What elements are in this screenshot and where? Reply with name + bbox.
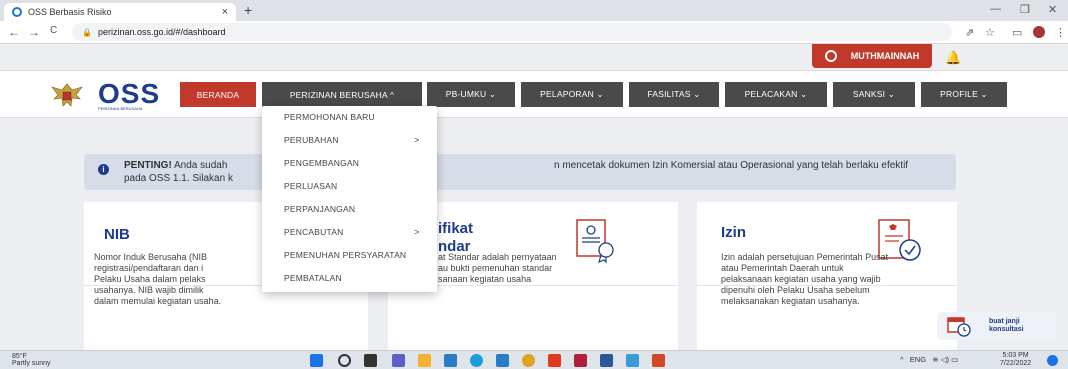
app-icon[interactable]	[626, 354, 639, 367]
bell-icon[interactable]: 🔔	[945, 50, 961, 66]
nav-sanksi[interactable]: SANKSI ⌄	[833, 82, 915, 107]
menu-item-perpanjangan[interactable]: PERPANJANGAN	[262, 198, 437, 220]
windows-taskbar: 85°F Partly sunny ^ ENG ≋ ◁) ▭ 5:03 PM 7…	[0, 350, 1068, 369]
url-text: perizinan.oss.go.id/#/dashboard	[97, 27, 226, 37]
card-nib-title: NIB	[104, 226, 130, 243]
word-icon[interactable]	[600, 354, 613, 367]
menu-item-pembatalan[interactable]: PEMBATALAN	[262, 267, 437, 289]
nav-fasilitas[interactable]: FASILITAS ⌄	[629, 82, 719, 107]
alert-text-1: Anda sudah	[174, 160, 228, 171]
close-window-icon[interactable]: ✕	[1048, 3, 1057, 16]
file-explorer-icon[interactable]	[418, 354, 431, 367]
notification-icon[interactable]	[1047, 355, 1058, 366]
chevron-right-icon: >	[414, 227, 420, 237]
nav-pb-umku[interactable]: PB-UMKU ⌄	[427, 82, 515, 107]
alert-label: PENTING!	[124, 160, 172, 171]
clock-time: 5:03 PM	[1002, 352, 1029, 359]
menu-item-pengembangan[interactable]: PENGEMBANGAN	[262, 152, 437, 174]
start-icon[interactable]	[310, 354, 323, 367]
language-indicator[interactable]: ENG	[910, 355, 926, 364]
share-icon[interactable]: ⇗	[965, 26, 974, 39]
card-izin-desc: Izin adalah persetujuan Pemerintah Pusat…	[721, 252, 889, 306]
user-icon	[824, 50, 837, 62]
nav-perizinan-berusaha[interactable]: PERIZINAN BERUSAHA ^	[262, 82, 422, 107]
search-icon[interactable]	[338, 354, 351, 367]
clock[interactable]: 5:03 PM 7/22/2022	[1000, 352, 1031, 368]
main-header: OSS PERIZINAN BERUSAHA BERANDA PERIZINAN…	[0, 70, 1068, 118]
perizinan-dropdown-menu: PERMOHONAN BARU PERUBAHAN > PENGEMBANGAN …	[262, 106, 437, 292]
store-icon[interactable]	[444, 354, 457, 367]
reload-button[interactable]: C	[50, 25, 57, 36]
nav-beranda[interactable]: BERANDA	[180, 82, 256, 107]
volume-icon[interactable]: ◁)	[941, 355, 949, 364]
weather-temp: 85°F	[12, 353, 27, 360]
menu-item-pemenuhan-persyaratan[interactable]: PEMENUHAN PERSYARATAN	[262, 244, 437, 266]
konsultasi-line1: buat janji	[989, 318, 1020, 325]
task-view-icon[interactable]	[364, 354, 377, 367]
office-icon[interactable]	[548, 354, 561, 367]
tab-title: OSS Berbasis Risiko	[28, 7, 112, 17]
wifi-icon[interactable]: ≋	[932, 355, 938, 364]
garuda-emblem-icon	[51, 83, 83, 107]
card-sertifikat-title: ifikat ndar	[438, 220, 474, 255]
buat-janji-konsultasi-button[interactable]: buat janji konsultasi	[937, 312, 1057, 340]
user-menu-button[interactable]: MUTHMAINNAH	[812, 44, 932, 68]
browser-tabstrip: OSS Berbasis Risiko × + — ❐ ✕	[0, 0, 1068, 21]
chevron-up-icon[interactable]: ^	[900, 355, 904, 364]
menu-item-pencabutan[interactable]: PENCABUTAN >	[262, 221, 437, 243]
browser-toolbar: ← → C 🔒 perizinan.oss.go.id/#/dashboard …	[0, 21, 1068, 44]
important-alert: i PENTING! Anda sudah n mencetak dokumen…	[84, 154, 956, 190]
minimize-icon[interactable]: —	[990, 3, 1001, 15]
nav-pelaporan[interactable]: PELAPORAN ⌄	[521, 82, 623, 107]
certificate-icon	[576, 219, 614, 264]
menu-item-perubahan[interactable]: PERUBAHAN >	[262, 129, 437, 151]
card-sertifikat-desc: at Standar adalah pernyataan au bukti pe…	[438, 252, 557, 284]
tab-close-icon[interactable]: ×	[222, 6, 228, 18]
back-button[interactable]: ←	[8, 25, 20, 39]
user-bar: MUTHMAINNAH 🔔	[0, 44, 1068, 70]
bookmark-star-icon[interactable]: ☆	[985, 26, 995, 39]
address-bar[interactable]: 🔒 perizinan.oss.go.id/#/dashboard	[72, 23, 952, 41]
edge-icon[interactable]	[470, 354, 483, 367]
menu-item-permohonan-baru[interactable]: PERMOHONAN BARU	[262, 106, 437, 128]
weather-widget[interactable]: 85°F Partly sunny	[12, 353, 51, 367]
profile-avatar[interactable]	[1033, 26, 1045, 38]
chat-icon[interactable]	[392, 354, 405, 367]
menu-kebab-icon[interactable]: ⋮	[1055, 26, 1066, 39]
system-tray[interactable]: ^ ENG ≋ ◁) ▭	[900, 355, 958, 364]
menu-item-perluasan[interactable]: PERLUASAN	[262, 175, 437, 197]
forward-button[interactable]: →	[28, 25, 40, 39]
alert-text-2: pada OSS 1.1. Silakan k	[124, 173, 233, 184]
alert-text-1b: n mencetak dokumen Izin Komersial atau O…	[554, 160, 909, 171]
battery-icon[interactable]: ▭	[951, 355, 958, 364]
chevron-right-icon: >	[414, 135, 420, 145]
mail-icon[interactable]	[496, 354, 509, 367]
info-icon: i	[98, 164, 109, 175]
username: MUTHMAINNAH	[850, 51, 920, 61]
weather-desc: Partly sunny	[12, 360, 51, 367]
clock-date: 7/22/2022	[1000, 360, 1032, 367]
chrome-icon[interactable]	[522, 354, 535, 367]
new-tab-button[interactable]: +	[244, 2, 252, 18]
nav-pelacakan[interactable]: PELACAKAN ⌄	[725, 82, 827, 107]
lock-icon: 🔒	[82, 27, 92, 37]
powerpoint-icon[interactable]	[652, 354, 665, 367]
browser-tab[interactable]: OSS Berbasis Risiko ×	[4, 3, 236, 21]
nav-profile[interactable]: PROFILE ⌄	[921, 82, 1007, 107]
card-izin-title: Izin	[721, 224, 746, 241]
calendar-clock-icon	[947, 317, 971, 337]
card-nib-desc: Nomor Induk Berusaha (NIB registrasi/pen…	[94, 252, 222, 306]
sidepanel-icon[interactable]: ▭	[1012, 26, 1022, 39]
konsultasi-line2: konsultasi	[989, 326, 1024, 333]
oss-favicon-icon	[12, 7, 22, 17]
photos-icon[interactable]	[574, 354, 587, 367]
oss-logo[interactable]: OSS PERIZINAN BERUSAHA	[98, 78, 160, 111]
restore-icon[interactable]: ❐	[1020, 3, 1030, 16]
